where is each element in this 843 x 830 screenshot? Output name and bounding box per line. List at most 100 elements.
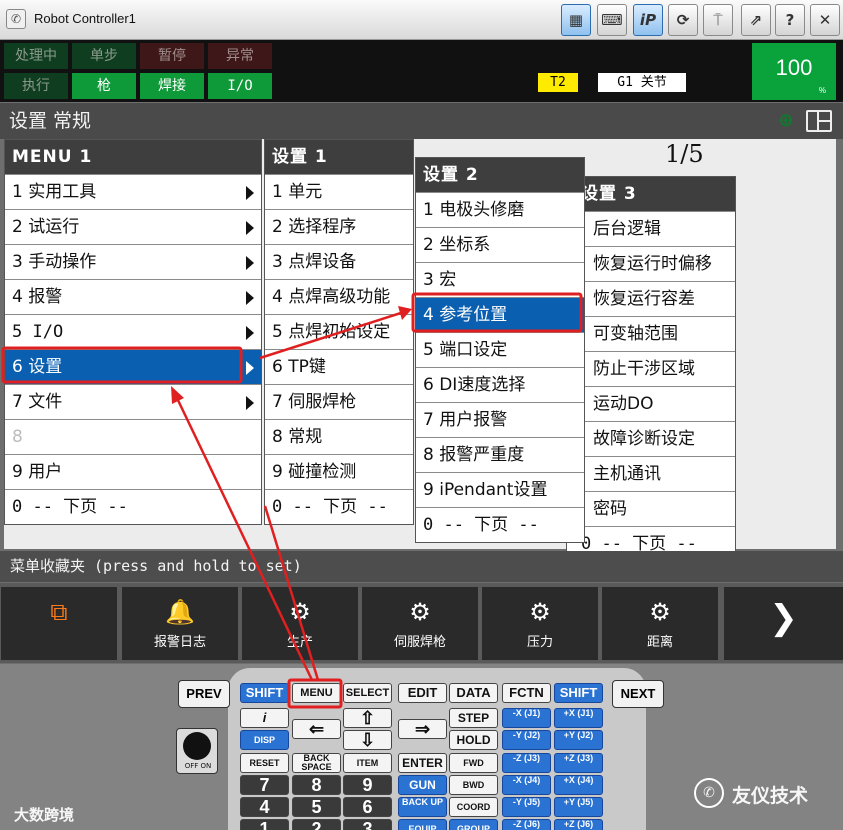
- jog-minus-y-j2[interactable]: -Y (J2): [502, 730, 551, 750]
- menu4-item-motion-do[interactable]: 运动DO: [567, 386, 735, 421]
- equip-key[interactable]: EQUIP: [398, 819, 447, 830]
- menu3-item-di-speed[interactable]: 6 DI速度选择: [416, 367, 584, 402]
- menu4-item-resume-offset[interactable]: 恢复运行时偏移: [567, 246, 735, 281]
- info-key[interactable]: i: [240, 708, 289, 728]
- menu1-item-test-cycle[interactable]: 2 试运行: [5, 209, 261, 244]
- jog-minus-x-j1[interactable]: -X (J1): [502, 708, 551, 728]
- enter-key[interactable]: ENTER: [398, 753, 447, 773]
- next-key[interactable]: NEXT: [612, 680, 664, 708]
- softkey-distance[interactable]: ⚙ 距离: [602, 587, 718, 660]
- keypad-icon[interactable]: ▦: [561, 4, 591, 36]
- jog-minus-x-j4[interactable]: -X (J4): [502, 775, 551, 795]
- jog-plus-x-j1[interactable]: +X (J1): [554, 708, 603, 728]
- jog-plus-z-j3[interactable]: +Z (J3): [554, 753, 603, 773]
- menu2-item-spot-init[interactable]: 5 点焊初始设定: [265, 314, 413, 349]
- jog-minus-y-j5[interactable]: -Y (J5): [502, 797, 551, 817]
- softkey-close[interactable]: ⧉: [1, 587, 117, 660]
- num-2-key[interactable]: 2: [292, 819, 341, 830]
- menu-key[interactable]: MENU: [292, 683, 341, 703]
- num-3-key[interactable]: 3: [343, 819, 392, 830]
- menu3-item-port-init[interactable]: 5 端口设定: [416, 332, 584, 367]
- reset-key[interactable]: RESET: [240, 753, 289, 773]
- jog-plus-y-j2[interactable]: +Y (J2): [554, 730, 603, 750]
- num-5-key[interactable]: 5: [292, 797, 341, 817]
- menu3-item-alarm-severity[interactable]: 8 报警严重度: [416, 437, 584, 472]
- menu1-item-utilities[interactable]: 1 实用工具: [5, 174, 261, 209]
- menu3-item-frames[interactable]: 2 坐标系: [416, 227, 584, 262]
- menu2-item-tp-keys[interactable]: 6 TP键: [265, 349, 413, 384]
- down-arrow-key[interactable]: ⇩: [343, 730, 392, 750]
- menu4-item-password[interactable]: 密码: [567, 491, 735, 526]
- menu3-item-ref-position[interactable]: 4 参考位置: [416, 297, 584, 332]
- num-6-key[interactable]: 6: [343, 797, 392, 817]
- up-arrow-key[interactable]: ⇧: [343, 708, 392, 728]
- left-arrow-key[interactable]: ⇐: [292, 719, 341, 739]
- bwd-key[interactable]: BWD: [449, 775, 498, 795]
- hold-key[interactable]: HOLD: [449, 730, 498, 750]
- ipendant-icon[interactable]: iP: [633, 4, 663, 36]
- menu2-item-spot-equip[interactable]: 3 点焊设备: [265, 244, 413, 279]
- menu4-item-interference-zone[interactable]: 防止干涉区域: [567, 351, 735, 386]
- jog-minus-z-j3[interactable]: -Z (J3): [502, 753, 551, 773]
- fwd-key[interactable]: FWD: [449, 753, 498, 773]
- menu2-item-servo-gun[interactable]: 7 伺服焊枪: [265, 384, 413, 419]
- disp-key[interactable]: DISP: [240, 730, 289, 750]
- num-1-key[interactable]: 1: [240, 819, 289, 830]
- close-icon[interactable]: ✕: [810, 4, 840, 36]
- num-4-key[interactable]: 4: [240, 797, 289, 817]
- refresh-icon[interactable]: ⟳: [668, 4, 698, 36]
- shift-key-left[interactable]: SHIFT: [240, 683, 289, 703]
- menu1-item-next-page[interactable]: 0 -- 下页 --: [5, 489, 261, 524]
- speed-override[interactable]: 100%: [752, 43, 836, 100]
- menu2-item-prog-select[interactable]: 2 选择程序: [265, 209, 413, 244]
- num-9-key[interactable]: 9: [343, 775, 392, 795]
- menu4-item-host-comm[interactable]: 主机通讯: [567, 456, 735, 491]
- jog-plus-z-j6[interactable]: +Z (J6): [554, 819, 603, 830]
- tower-icon[interactable]: ⍑: [703, 4, 733, 36]
- menu2-item-collision[interactable]: 9 碰撞检测: [265, 454, 413, 489]
- data-key[interactable]: DATA: [449, 683, 498, 703]
- menu-favorites-bar[interactable]: 菜单收藏夹 (press and hold to set): [0, 551, 843, 582]
- menu1-item-alarm[interactable]: 4 报警: [5, 279, 261, 314]
- menu2-item-general[interactable]: 8 常规: [265, 419, 413, 454]
- right-arrow-key[interactable]: ⇒: [398, 719, 447, 739]
- menu1-item-io[interactable]: 5 I/O: [5, 314, 261, 349]
- jog-minus-z-j6[interactable]: -Z (J6): [502, 819, 551, 830]
- shift-key-right[interactable]: SHIFT: [554, 683, 603, 703]
- menu1-item-manual-fctns[interactable]: 3 手动操作: [5, 244, 261, 279]
- menu4-item-background-logic[interactable]: 后台逻辑: [567, 211, 735, 246]
- menu3-item-user-alarm[interactable]: 7 用户报警: [416, 402, 584, 437]
- window-out-icon[interactable]: ⇗: [741, 4, 771, 36]
- menu2-item-spot-advanced[interactable]: 4 点焊高级功能: [265, 279, 413, 314]
- split-screen-icon[interactable]: [806, 110, 832, 132]
- coord-key[interactable]: COORD: [449, 797, 498, 817]
- gun-key[interactable]: GUN: [398, 775, 447, 795]
- softkey-alarm-log[interactable]: 🔔 报警日志: [122, 587, 238, 660]
- menu3-item-tip-dress[interactable]: 1 电极头修磨: [416, 192, 584, 227]
- num-8-key[interactable]: 8: [292, 775, 341, 795]
- menu3-item-next-page[interactable]: 0 -- 下页 --: [416, 507, 584, 542]
- backspace-key[interactable]: BACK SPACE: [292, 753, 341, 773]
- jog-plus-y-j5[interactable]: +Y (J5): [554, 797, 603, 817]
- menu4-item-resume-tolerance[interactable]: 恢复运行容差: [567, 281, 735, 316]
- fctn-key[interactable]: FCTN: [502, 683, 551, 703]
- step-key[interactable]: STEP: [449, 708, 498, 728]
- help-icon[interactable]: ?: [775, 4, 805, 36]
- softkey-next[interactable]: ❯: [724, 587, 843, 660]
- menu4-item-axis-limits[interactable]: 可变轴范围: [567, 316, 735, 351]
- softkey-servo-gun[interactable]: ⚙ 伺服焊枪: [362, 587, 478, 660]
- menu3-item-ipendant-setup[interactable]: 9 iPendant设置: [416, 472, 584, 507]
- edit-key[interactable]: EDIT: [398, 683, 447, 703]
- menu1-item-setup[interactable]: 6 设置: [5, 349, 261, 384]
- num-7-key[interactable]: 7: [240, 775, 289, 795]
- backup-key[interactable]: BACK UP: [398, 797, 447, 817]
- item-key[interactable]: ITEM: [343, 753, 392, 773]
- zoom-in-icon[interactable]: ⊕: [775, 110, 797, 132]
- jog-plus-x-j4[interactable]: +X (J4): [554, 775, 603, 795]
- group-key[interactable]: GROUP: [449, 819, 498, 830]
- select-key[interactable]: SELECT: [343, 683, 392, 703]
- enable-knob[interactable]: [183, 732, 211, 760]
- menu2-item-cell[interactable]: 1 单元: [265, 174, 413, 209]
- menu2-item-next-page[interactable]: 0 -- 下页 --: [265, 489, 413, 524]
- keyboard-icon[interactable]: ⌨: [597, 4, 627, 36]
